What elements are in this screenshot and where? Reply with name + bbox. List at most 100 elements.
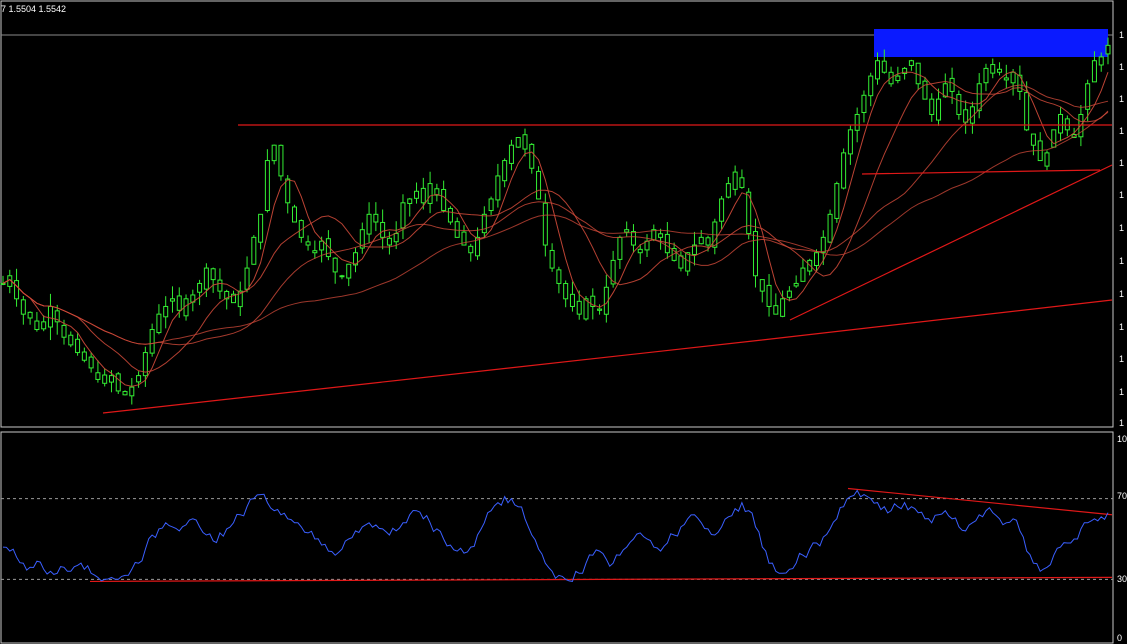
candle — [203, 267, 209, 290]
price-axis-label: 1 — [1119, 322, 1124, 332]
candle — [922, 80, 928, 100]
candle — [834, 183, 840, 219]
candle — [414, 190, 420, 199]
candle — [739, 177, 745, 188]
candle — [1058, 113, 1064, 134]
candle — [393, 233, 399, 243]
candle — [1003, 77, 1009, 81]
candle — [115, 373, 121, 392]
candle — [698, 236, 704, 245]
candle — [68, 334, 74, 346]
candle — [617, 236, 623, 260]
candle — [1105, 44, 1111, 55]
candle — [719, 198, 725, 222]
candle — [407, 198, 413, 204]
price-axis-label: 1 — [1119, 387, 1124, 397]
candle — [1098, 56, 1104, 66]
chart-svg: 7 1.5504 1.5542 1 1 1 1 1 1 1 1 1 1 1 1 … — [0, 0, 1127, 644]
candle — [88, 356, 94, 369]
candle — [780, 298, 786, 317]
candle — [217, 279, 223, 292]
rsi-axis-label: 10 — [1117, 434, 1127, 444]
candle — [61, 324, 67, 338]
candle — [346, 263, 352, 279]
candle — [929, 98, 935, 115]
candle — [542, 202, 548, 246]
candle — [773, 305, 779, 315]
candle — [258, 213, 264, 243]
price-axis-label: 1 — [1119, 190, 1124, 200]
candle — [102, 374, 108, 384]
candle — [793, 282, 799, 287]
candle — [705, 237, 711, 246]
candle — [976, 83, 982, 112]
candle — [983, 67, 989, 84]
candle — [447, 207, 453, 223]
candle — [81, 351, 87, 361]
candle — [366, 213, 372, 235]
candle — [488, 198, 494, 212]
rsi-axis-label: 70 — [1117, 491, 1127, 501]
candle — [936, 98, 942, 121]
candle — [481, 213, 487, 234]
candle — [20, 299, 26, 315]
candle — [278, 144, 284, 177]
candle — [386, 237, 392, 246]
candle — [786, 290, 792, 298]
candle — [305, 241, 311, 246]
candle — [766, 284, 772, 307]
candle — [549, 249, 555, 269]
candle — [875, 60, 881, 80]
candle — [949, 77, 955, 92]
candle — [759, 279, 765, 292]
candle — [678, 255, 684, 269]
candle — [658, 233, 664, 238]
candle — [292, 206, 298, 223]
candle — [556, 269, 562, 284]
candle — [1051, 129, 1057, 148]
candle — [312, 250, 318, 254]
price-axis-label: 1 — [1119, 256, 1124, 266]
candle — [854, 113, 860, 131]
candle — [169, 298, 175, 302]
price-axis-label: 1 — [1119, 289, 1124, 299]
candle — [664, 233, 670, 254]
candle — [502, 160, 508, 182]
candle — [271, 144, 277, 162]
candle — [990, 64, 996, 74]
candle — [319, 240, 325, 251]
candle — [176, 295, 182, 311]
candle — [380, 221, 386, 238]
candle — [75, 338, 81, 354]
candle — [569, 293, 575, 307]
candle — [332, 257, 338, 273]
price-axis-label: 1 — [1119, 223, 1124, 233]
candle — [108, 375, 114, 383]
rsi-panel-frame — [0, 431, 1114, 644]
candle — [197, 282, 203, 293]
candle — [997, 68, 1003, 73]
candle — [1064, 118, 1070, 131]
price-axis-label: 1 — [1119, 30, 1124, 40]
candle — [624, 229, 630, 233]
header-quote: 7 1.5504 1.5542 — [1, 4, 66, 14]
price-axis-label: 1 — [1119, 418, 1124, 428]
candle — [732, 171, 738, 190]
candle — [27, 311, 33, 319]
candle — [373, 213, 379, 223]
candle — [264, 160, 270, 212]
candle — [800, 267, 806, 282]
candle — [14, 280, 20, 300]
candle — [163, 305, 169, 318]
candle — [210, 268, 216, 281]
candle — [725, 183, 731, 198]
candle — [529, 143, 535, 169]
price-axis-label: 1 — [1119, 62, 1124, 72]
candle — [637, 248, 643, 254]
candle — [339, 275, 345, 278]
candle — [908, 60, 914, 66]
candle — [597, 308, 603, 311]
candle — [868, 75, 874, 97]
candle — [95, 372, 101, 380]
rsi-axis-label: 0 — [1117, 633, 1122, 643]
